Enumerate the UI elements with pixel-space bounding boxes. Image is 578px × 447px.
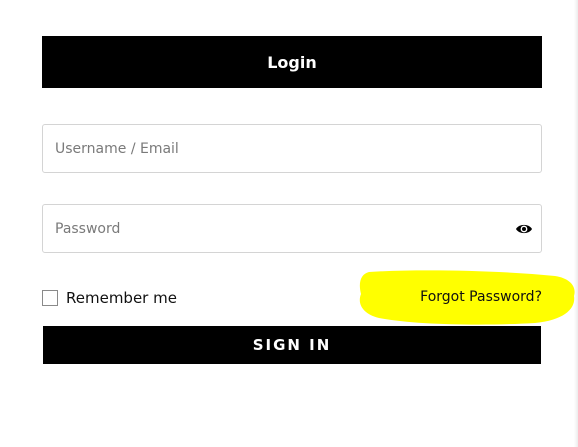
password-input[interactable]	[43, 205, 495, 252]
eye-icon[interactable]	[515, 221, 533, 235]
remember-me[interactable]: Remember me	[42, 289, 177, 307]
forgot-password-link[interactable]: Forgot Password?	[420, 289, 542, 305]
password-field[interactable]	[42, 204, 542, 253]
sign-in-button[interactable]: SIGN IN	[43, 326, 541, 364]
page-edge-shadow	[574, 0, 578, 447]
username-field[interactable]	[42, 124, 542, 173]
login-header: Login	[42, 36, 542, 88]
remember-me-checkbox[interactable]	[42, 290, 58, 306]
login-title: Login	[267, 52, 317, 72]
remember-me-label: Remember me	[66, 289, 177, 307]
username-input[interactable]	[43, 125, 495, 172]
